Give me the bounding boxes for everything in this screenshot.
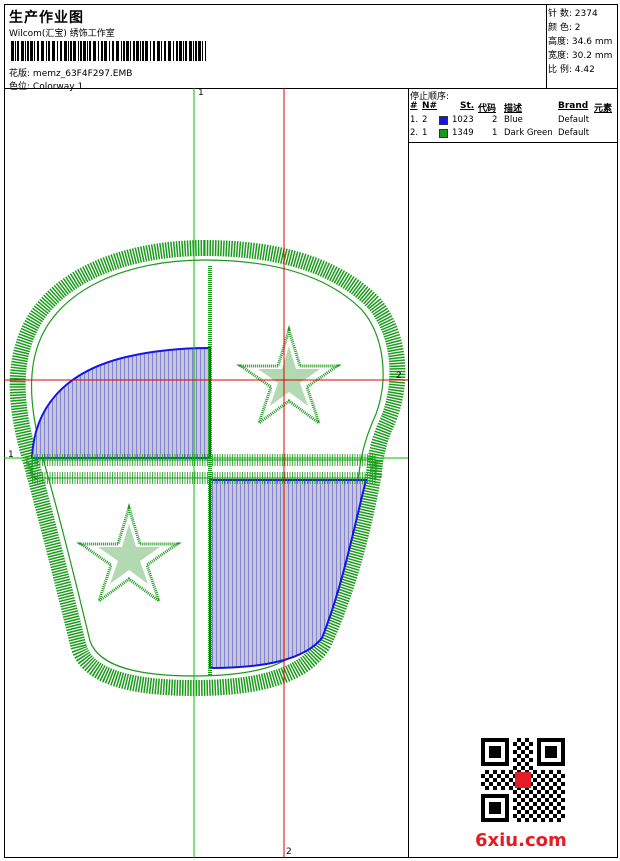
green-left-label: 1: [8, 450, 14, 460]
col-element: 元素: [594, 104, 613, 114]
blue-panel-bottom-right: [209, 479, 368, 670]
red-right-label: 2: [396, 371, 402, 381]
shield-outline: [9, 239, 406, 697]
blue-panel-top-left: [30, 346, 211, 459]
header-panel: 生产作业图 Wilcom(汇宝) 绣饰工作室 花版: memz_63F4F297…: [4, 4, 547, 92]
site-watermark: 6xiu.com: [475, 830, 567, 851]
stat-colors: 颜 色: 2: [548, 23, 581, 33]
studio-name: Wilcom(汇宝) 绣饰工作室: [9, 29, 115, 39]
col-desc: 描述: [504, 104, 523, 114]
stat-width: 宽度: 30.2 mm: [548, 51, 613, 61]
col-num: #: [410, 101, 418, 111]
col-n: N#: [422, 101, 438, 111]
color-swatch-green: [439, 129, 448, 138]
barcode-image: [11, 41, 206, 61]
stop-sequence-panel: 停止顺序: # N# St. 代码 描述 Brand 元素 1. 2 1023 …: [408, 88, 618, 143]
page-title: 生产作业图: [9, 10, 84, 26]
design-file-row: 花版: memz_63F4F297.EMB: [9, 66, 132, 79]
design-file-value: memz_63F4F297.EMB: [32, 69, 133, 79]
stat-stitches: 针 数: 2374: [548, 9, 598, 19]
embroidery-preview: [4, 88, 408, 858]
stats-panel: 针 数: 2374 颜 色: 2 高度: 34.6 mm 宽度: 30.2 mm…: [546, 4, 618, 89]
design-file-label: 花版:: [9, 69, 31, 79]
red-bottom-label: 2: [286, 847, 292, 857]
qr-code-icon: [481, 738, 565, 822]
col-brand: Brand: [558, 101, 589, 111]
col-code: 代码: [478, 104, 497, 114]
design-canvas[interactable]: 1 1 2 2: [4, 88, 409, 858]
col-st: St.: [460, 101, 475, 111]
color-swatch-blue: [439, 116, 448, 125]
horizontal-divider: [31, 459, 377, 479]
stat-scale: 比 例: 4.42: [548, 65, 595, 75]
green-top-label: 1: [198, 88, 204, 98]
stat-height: 高度: 34.6 mm: [548, 37, 613, 47]
